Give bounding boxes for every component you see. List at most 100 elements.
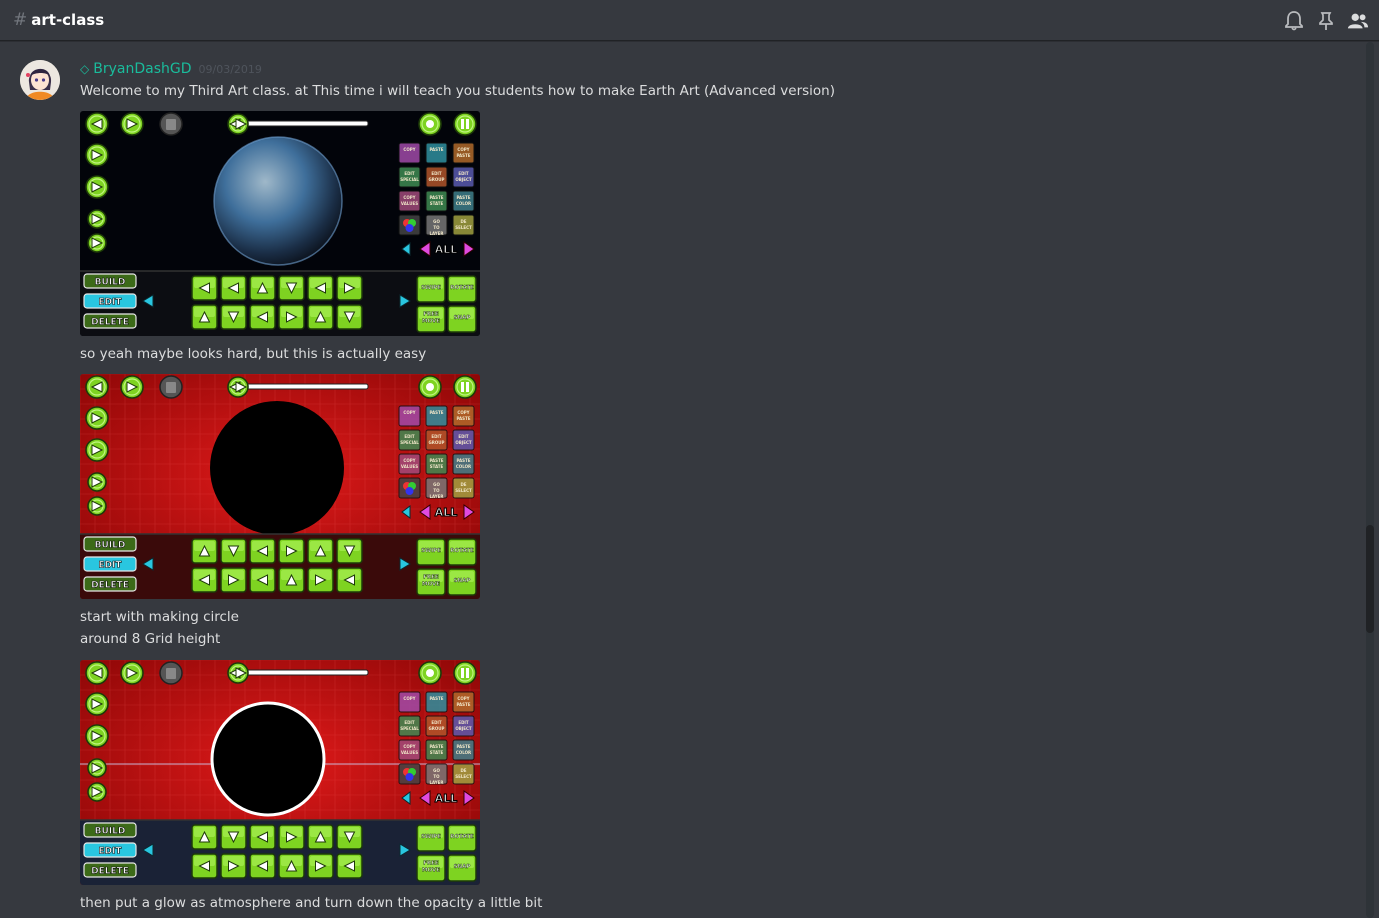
- panel-button-label: STATE: [430, 201, 444, 206]
- panel-button-label: VALUES: [401, 201, 418, 206]
- panel-button-label: EDIT: [458, 434, 469, 439]
- layer-all-label: ALL: [435, 792, 458, 805]
- panel-button-label: COPY: [403, 195, 415, 200]
- trash-icon: [166, 119, 176, 130]
- gear-icon: [426, 669, 434, 677]
- pause-bar-right: [466, 382, 469, 392]
- panel-button-label: COPY: [457, 147, 469, 152]
- panel-button-label: COLOR: [456, 750, 471, 755]
- glow-circle: [210, 701, 326, 817]
- editor-canvas: COPY PASTE COPYPASTEEDITSPECIALEDITGROUPED…: [80, 111, 480, 336]
- members-icon[interactable]: [1347, 10, 1369, 32]
- panel-button-label: SPECIAL: [400, 177, 419, 182]
- scrollbar[interactable]: [1362, 42, 1379, 918]
- edit-mode-label: EDIT: [98, 298, 122, 308]
- panel-button-label: PASTE: [456, 744, 470, 749]
- rotate-label: ROTATE: [450, 834, 474, 840]
- panel-button[interactable]: [425, 691, 448, 713]
- delete-mode-label: DELETE: [91, 867, 129, 877]
- panel-button-label: PASTE: [429, 147, 443, 152]
- panel-button-label: GROUP: [429, 726, 445, 731]
- panel-button-label: SPECIAL: [400, 726, 419, 731]
- rotate-label: ROTATE: [450, 548, 474, 554]
- swipe-label: SWIPE: [421, 834, 441, 840]
- message-text: around 8 Grid height: [80, 631, 221, 647]
- panel-button-label: TO: [433, 774, 440, 779]
- gear-icon: [426, 120, 434, 128]
- role-diamond-icon: ◇: [80, 62, 90, 76]
- panel-button-label: OBJECT: [455, 177, 472, 182]
- rotate-label: ROTATE: [450, 285, 474, 291]
- trash-icon: [166, 382, 176, 393]
- panel-button-label: COPY: [403, 696, 415, 701]
- free-move-label: FREE: [423, 312, 439, 318]
- header-toolbar: [1283, 0, 1379, 41]
- screenshot-attachment-2[interactable]: COPY PASTE COPY PASTE EDIT SPECIAL EDIT GROUP ED…: [80, 374, 480, 599]
- layer-all-label: ALL: [435, 243, 458, 256]
- scroll-thumb[interactable]: [1366, 525, 1374, 633]
- username[interactable]: BryanDashGD: [93, 61, 191, 77]
- position-slider[interactable]: [245, 669, 369, 676]
- message-list: ◇ BryanDashGD 09/03/2019 Welcome to my T…: [0, 42, 1362, 918]
- pause-bar-left: [461, 119, 464, 129]
- panel-button-label: EDIT: [458, 720, 469, 725]
- panel-button[interactable]: [425, 405, 448, 427]
- panel-button-label: PASTE: [429, 696, 443, 701]
- panel-button-label: COLOR: [456, 464, 471, 469]
- pause-bar-right: [466, 668, 469, 678]
- panel-button-label: LAYER: [430, 494, 444, 499]
- message-text: Welcome to my Third Art class. at This t…: [80, 83, 835, 99]
- panel-button-label: PASTE: [429, 410, 443, 415]
- position-slider[interactable]: [245, 383, 369, 390]
- panel-button-label: STATE: [430, 464, 444, 469]
- delete-mode-label: DELETE: [91, 581, 129, 591]
- panel-button-label: PASTE: [456, 195, 470, 200]
- panel-button-label: STATE: [430, 750, 444, 755]
- screenshot-attachment-3[interactable]: COPY PASTE COPY PASTE EDIT SPECIAL EDIT GROUP ED…: [80, 660, 480, 885]
- panel-button-label: OBJECT: [455, 440, 472, 445]
- screenshot-attachment-1[interactable]: COPY PASTE COPY PASTE EDIT SPECIAL EDIT GROUP ED…: [80, 111, 480, 336]
- color-icon: [405, 224, 414, 232]
- message-text: so yeah maybe looks hard, but this is ac…: [80, 346, 427, 362]
- panel-button-label: GO: [433, 482, 440, 487]
- layer-all-label: ALL: [435, 506, 458, 519]
- panel-button-label: COPY: [403, 410, 415, 415]
- scroll-track[interactable]: [1366, 42, 1374, 918]
- panel-button-label: DE: [460, 219, 466, 224]
- panel-button[interactable]: [425, 142, 448, 164]
- panel-button-label: EDIT: [431, 720, 442, 725]
- user-avatar[interactable]: [20, 60, 60, 100]
- trash-icon: [166, 668, 176, 679]
- bell-icon[interactable]: [1283, 10, 1305, 32]
- panel-button-label: PASTE: [429, 744, 443, 749]
- build-mode-label: BUILD: [95, 278, 126, 288]
- pause-bar-left: [461, 382, 464, 392]
- free-move-label: MOVE: [422, 868, 440, 874]
- panel-button[interactable]: [398, 405, 421, 427]
- panel-button-label: COPY: [403, 744, 415, 749]
- pin-icon[interactable]: [1315, 10, 1337, 32]
- panel-button-label: PASTE: [456, 153, 470, 158]
- panel-button-label: COPY: [457, 410, 469, 415]
- panel-button-label: PASTE: [456, 458, 470, 463]
- panel-button-label: DE: [460, 768, 466, 773]
- panel-button[interactable]: [398, 142, 421, 164]
- panel-button-label: PASTE: [456, 702, 470, 707]
- free-move-label: MOVE: [422, 582, 440, 588]
- panel-button-label: DE: [460, 482, 466, 487]
- snap-label: SNAP: [454, 864, 471, 870]
- panel-button-label: GROUP: [429, 440, 445, 445]
- snap-label: SNAP: [454, 315, 471, 321]
- panel-button-label: GO: [433, 219, 440, 224]
- panel-button[interactable]: [398, 691, 421, 713]
- panel-button-label: SELECT: [455, 225, 472, 230]
- position-slider[interactable]: [245, 120, 369, 127]
- swipe-label: SWIPE: [421, 285, 441, 291]
- panel-button-label: SELECT: [455, 488, 472, 493]
- message-text: then put a glow as atmosphere and turn d…: [80, 895, 543, 911]
- channel-hash-icon: #: [13, 10, 28, 30]
- edit-mode-label: EDIT: [98, 561, 122, 571]
- editor-canvas: COPY PASTE COPYPASTEEDITSPECIALEDITGROUPED…: [80, 374, 480, 599]
- panel-button-label: VALUES: [401, 464, 418, 469]
- panel-button-label: EDIT: [404, 171, 415, 176]
